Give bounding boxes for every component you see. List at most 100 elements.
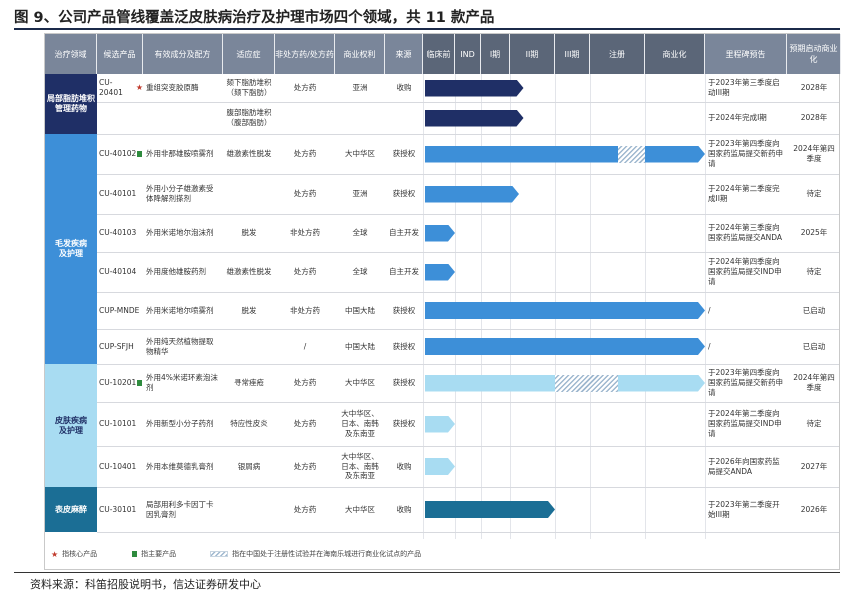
product-name: CU-10201	[99, 378, 137, 388]
header-cell: 来源	[385, 34, 423, 74]
progress-bar	[425, 302, 705, 319]
main-product-square-icon	[137, 380, 143, 386]
header-cell: 商业权利	[335, 34, 385, 74]
rights-cell: 大中华区、日本、南韩及东南亚	[341, 409, 379, 438]
launch-cell: 待定	[806, 189, 822, 199]
launch-cell: 2028年	[800, 113, 828, 123]
ingredient-cell: 外用纯天然植物提取物精华	[146, 336, 214, 356]
launch-cell: 2024年第四季度	[793, 144, 835, 163]
otc-cell: 非处方药	[290, 228, 320, 238]
domain-cell: 皮肤疾病 及护理	[45, 364, 97, 487]
indication-cell: 腹部脂肪堆积（腹部脂肪）	[226, 108, 272, 127]
product-name: CU-40103	[99, 228, 137, 238]
row-divider	[97, 532, 839, 533]
header-cell: 里程碑预告	[705, 34, 787, 74]
rights-cell: 全球	[352, 228, 368, 238]
product-name: CU-30101	[99, 504, 137, 514]
progress-bar	[425, 146, 705, 163]
product-name: CU-20401	[99, 78, 123, 97]
otc-cell	[278, 102, 332, 134]
rights-cell: 中国大陆	[345, 305, 375, 315]
rights-cell: 大中华区	[345, 378, 375, 388]
ingredient-cell	[146, 102, 220, 134]
otc-cell: 处方药	[293, 461, 317, 471]
rights-cell: 大中华区、日本、南韩及东南亚	[341, 451, 379, 481]
rights-cell	[338, 102, 382, 134]
origin-cell: 收购	[396, 461, 412, 471]
origin-cell: 自主开发	[389, 267, 419, 277]
header-cell: II期	[510, 34, 555, 74]
launch-cell: 已启动	[802, 305, 826, 315]
header-cell: IND	[455, 34, 481, 74]
ingredient-cell: 外用小分子雄激素受体降解剂搽剂	[146, 184, 214, 203]
legend-label: 指主要产品	[141, 550, 177, 558]
source-note: 资料来源：科笛招股说明书，信达证券研发中心	[30, 578, 261, 591]
otc-cell: 处方药	[293, 83, 317, 93]
source-rule	[14, 572, 840, 573]
header-cell: 适应症	[223, 34, 275, 74]
milestone-cell: 于2026年向国家药监局提交ANDA	[708, 456, 780, 476]
otc-cell: /	[303, 341, 307, 351]
product-cell: CU-10201	[99, 364, 143, 402]
progress-bar	[425, 501, 555, 518]
product-cell: CU-30101	[99, 487, 143, 532]
progress-bar	[425, 338, 705, 355]
legend-item: ★ 指核心产品	[51, 549, 97, 559]
milestone-cell: 于2024年第二季度向国家药监局提交IND申请	[708, 409, 782, 438]
milestone-cell: /	[708, 341, 711, 351]
product-cell: CUP-MNDE	[99, 292, 143, 329]
rights-cell: 亚洲	[352, 83, 368, 93]
ingredient-cell: 外用新型小分子药剂	[146, 419, 214, 429]
launch-cell: 2025年	[800, 228, 828, 238]
indication-cell	[226, 487, 272, 532]
milestone-cell: 于2023年第三季度启动III期	[708, 78, 780, 97]
rights-cell: 大中华区	[345, 149, 375, 159]
stage-gridline	[705, 74, 706, 539]
product-name: CU-40102	[99, 149, 137, 159]
origin-cell: 获授权	[392, 305, 416, 315]
progress-bar	[425, 110, 524, 127]
square-icon	[132, 551, 138, 557]
indication-cell: 特应性皮炎	[230, 419, 268, 429]
header-cell: 临床前	[423, 34, 455, 74]
launch-cell: 2024年第四季度	[793, 373, 835, 392]
product-name: CU-10101	[99, 419, 137, 429]
progress-bar	[425, 186, 519, 203]
product-name: CUP-SFJH	[99, 341, 134, 351]
indication-cell: 银屑病	[237, 461, 261, 471]
origin-cell: 获授权	[392, 341, 416, 351]
otc-cell: 处方药	[293, 378, 317, 388]
origin-cell: 收购	[396, 83, 412, 93]
indication-cell: 寻常痤疮	[234, 378, 264, 388]
header-cell: 有效成分及配方	[143, 34, 223, 74]
ingredient-cell: 外用米诺地尔泡沫剂	[146, 228, 214, 238]
core-product-star-icon: ★	[135, 82, 143, 92]
indication-cell	[226, 329, 272, 364]
milestone-cell: 于2023年第四季度向国家药监局提交新药申请	[708, 368, 783, 397]
stage-gridline	[423, 74, 424, 539]
domain-cell: 毛发疾病 及护理	[45, 134, 97, 364]
ingredient-cell: 局部用利多卡因丁卡因乳膏剂	[146, 499, 214, 519]
launch-cell: 待定	[806, 419, 822, 429]
launch-cell: 待定	[806, 267, 822, 277]
product-cell: CU-20401 ★	[99, 74, 143, 102]
domain-cell: 表皮麻醉	[45, 487, 97, 532]
product-cell: CU-40102	[99, 134, 143, 174]
origin-cell	[388, 102, 420, 134]
milestone-cell: 于2023年第二季度开始III期	[708, 499, 780, 519]
origin-cell: 获授权	[392, 149, 416, 159]
ingredient-cell: 外用4%米诺环素泡沫剂	[146, 373, 218, 392]
otc-cell: 处方药	[293, 189, 317, 199]
launch-cell: 2026年	[800, 504, 828, 514]
origin-cell: 获授权	[392, 378, 416, 388]
launch-cell: 2028年	[800, 83, 828, 93]
product-cell: CU-40103	[99, 214, 143, 252]
milestone-cell: 于2024年完成I期	[708, 113, 767, 123]
registration-hatch	[555, 374, 618, 392]
otc-cell: 处方药	[293, 267, 317, 277]
origin-cell: 获授权	[392, 419, 416, 429]
header-cell: 预期启动商业化	[787, 34, 841, 74]
legend-item: 指在中国处于注册性试验并在海南乐城进行商业化试点的产品	[210, 549, 421, 559]
rights-cell: 大中华区	[345, 504, 375, 514]
header-cell: 非处方药/处方药	[275, 34, 335, 74]
